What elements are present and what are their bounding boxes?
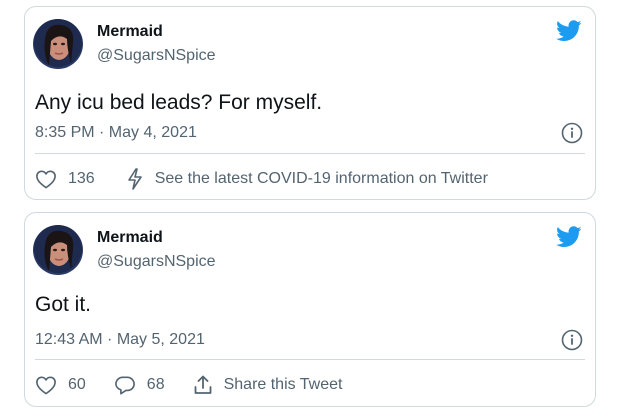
twitter-bird-icon[interactable] xyxy=(556,226,582,248)
divider xyxy=(35,153,585,154)
display-name[interactable]: Mermaid xyxy=(97,23,163,41)
info-icon[interactable] xyxy=(561,329,583,351)
like-button[interactable]: 60 xyxy=(35,375,86,395)
tweet-card[interactable]: Mermaid @SugarsNSpice Got it. 12:43 AM ·… xyxy=(24,212,596,407)
tweet-card[interactable]: Mermaid @SugarsNSpice Any icu bed leads?… xyxy=(24,6,596,200)
tweet-text: Any icu bed leads? For myself. xyxy=(35,91,323,114)
lightning-icon xyxy=(127,168,142,190)
reply-button[interactable]: 68 xyxy=(114,375,165,395)
like-count: 136 xyxy=(68,170,95,187)
user-handle[interactable]: @SugarsNSpice xyxy=(97,47,216,65)
tweet-timestamp[interactable]: 8:35 PM · May 4, 2021 xyxy=(35,124,197,142)
tweet-text: Got it. xyxy=(35,293,92,316)
covid-info-label[interactable]: See the latest COVID-19 information on T… xyxy=(155,169,488,189)
share-button[interactable]: Share this Tweet xyxy=(193,374,343,396)
twitter-bird-icon[interactable] xyxy=(556,20,582,42)
user-handle[interactable]: @SugarsNSpice xyxy=(97,253,216,271)
like-button[interactable]: 136 xyxy=(35,169,95,189)
like-count: 60 xyxy=(68,376,86,393)
avatar[interactable] xyxy=(33,225,83,275)
heart-icon xyxy=(36,170,56,189)
reply-icon xyxy=(114,376,135,395)
info-icon[interactable] xyxy=(561,122,583,144)
avatar[interactable] xyxy=(33,19,83,69)
heart-icon xyxy=(36,376,56,395)
reply-count: 68 xyxy=(146,376,165,393)
display-name[interactable]: Mermaid xyxy=(97,229,163,247)
share-icon xyxy=(194,375,211,394)
tweet-actions: 136 See the latest COVID-19 information … xyxy=(35,167,516,191)
share-label[interactable]: Share this Tweet xyxy=(224,375,343,395)
divider xyxy=(35,359,585,360)
covid-info-link[interactable]: See the latest COVID-19 information on T… xyxy=(126,168,488,190)
tweet-timestamp[interactable]: 12:43 AM · May 5, 2021 xyxy=(35,331,205,349)
tweet-actions: 60 68 Share this Tweet xyxy=(35,373,370,397)
